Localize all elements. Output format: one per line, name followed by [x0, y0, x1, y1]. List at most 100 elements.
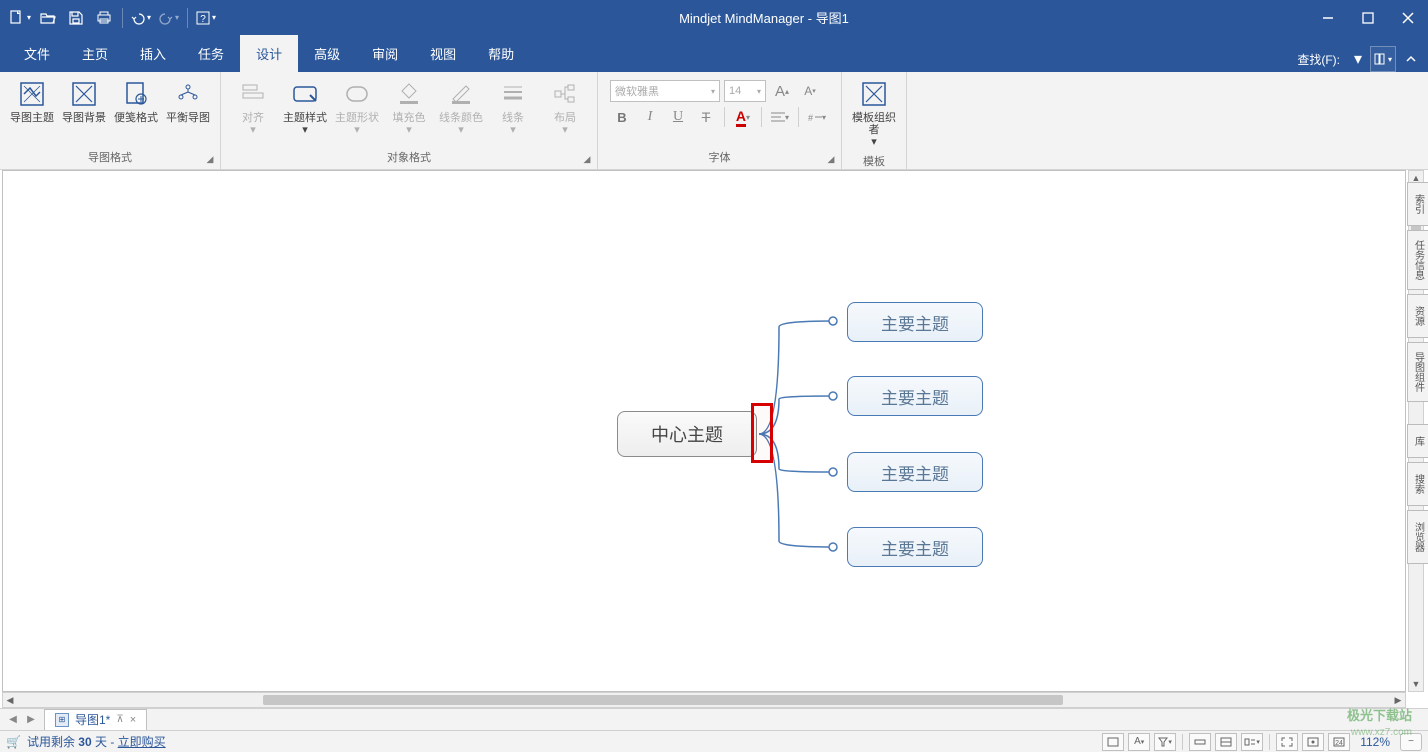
filter-icon: [1158, 737, 1168, 747]
sb-actual-button[interactable]: 24: [1328, 733, 1350, 751]
mindmap: 中心主题 主要主题 主要主题 主要主题 主要主题: [3, 171, 1405, 691]
redo-icon: [159, 11, 173, 25]
status-left: 🛒 试用剩余 30 天 - 立即购买: [6, 733, 166, 750]
topic-style-icon: [292, 81, 318, 107]
tab-help[interactable]: 帮助: [472, 35, 530, 72]
underline-button[interactable]: U: [666, 106, 690, 128]
fill-color-icon: [396, 81, 422, 107]
strikethrough-button[interactable]: T: [694, 106, 718, 128]
zoom-level[interactable]: 112%: [1360, 735, 1390, 749]
close-button[interactable]: [1388, 4, 1428, 32]
scroll-down-arrow[interactable]: ▼: [1409, 677, 1423, 691]
scroll-left-arrow[interactable]: ◀: [3, 693, 17, 707]
print-icon: [96, 10, 112, 26]
map-background-button[interactable]: 导图背景: [58, 76, 110, 126]
sb-center-button[interactable]: [1302, 733, 1324, 751]
dialog-launcher[interactable]: ◢: [825, 154, 837, 166]
central-topic[interactable]: 中心主题: [617, 411, 757, 457]
new-doc-dropdown[interactable]: ▾: [6, 4, 34, 32]
sb-fit-button[interactable]: [1276, 733, 1298, 751]
numbering-button[interactable]: #▾: [805, 106, 829, 128]
side-tab-components[interactable]: 导图组件: [1407, 342, 1428, 402]
side-tab-index[interactable]: 索引: [1407, 182, 1428, 226]
side-tab-browser[interactable]: 浏览器: [1407, 510, 1428, 564]
window-controls: [1308, 4, 1428, 32]
topic-shape-button[interactable]: 主题形状▾: [331, 76, 383, 138]
close-tab-button[interactable]: ×: [130, 714, 136, 726]
sb-expand-button[interactable]: [1215, 733, 1237, 751]
font-color-button[interactable]: A▾: [731, 106, 755, 128]
separator: [1182, 734, 1183, 750]
scroll-thumb[interactable]: [263, 695, 1063, 705]
undo-button[interactable]: ▾: [127, 4, 155, 32]
maximize-button[interactable]: [1348, 4, 1388, 32]
tab-insert[interactable]: 插入: [124, 35, 182, 72]
separator: [187, 8, 188, 28]
open-button[interactable]: [34, 4, 62, 32]
map-theme-button[interactable]: 导图主题: [6, 76, 58, 126]
layout-icon: [552, 81, 578, 107]
side-tab-resources[interactable]: 资源: [1407, 294, 1428, 338]
ribbon-group-template: 模板组织者▾ 模板: [842, 72, 907, 169]
scroll-right-arrow[interactable]: ▶: [1391, 693, 1405, 707]
side-tab-taskinfo[interactable]: 任务信息: [1407, 230, 1428, 290]
ribbon: 导图主题 导图背景 便笺格式 平衡导图 导图格式◢ 对齐▾ 主题样式▾ 主题形状…: [0, 72, 1428, 170]
font-name-combo[interactable]: 微软雅黑▾: [610, 80, 720, 102]
zoom-out-button[interactable]: −: [1400, 733, 1422, 751]
tab-advanced[interactable]: 高级: [298, 35, 356, 72]
increase-font-button[interactable]: A▴: [770, 80, 794, 102]
tab-review[interactable]: 审阅: [356, 35, 414, 72]
tab-next-button[interactable]: ▶: [22, 711, 40, 729]
redo-button[interactable]: ▾: [155, 4, 183, 32]
sb-font-filter-button[interactable]: A▾: [1128, 733, 1150, 751]
minimize-button[interactable]: [1308, 4, 1348, 32]
line-button[interactable]: 线条▾: [487, 76, 539, 138]
print-button[interactable]: [90, 4, 118, 32]
side-tab-library[interactable]: 库: [1407, 424, 1428, 458]
collapse-ribbon-button[interactable]: [1398, 46, 1424, 72]
subtopic-2[interactable]: 主要主题: [847, 376, 983, 416]
tab-prev-button[interactable]: ◀: [4, 711, 22, 729]
decrease-font-button[interactable]: A▾: [798, 80, 822, 102]
sb-filter-button[interactable]: ▾: [1154, 733, 1176, 751]
tab-file[interactable]: 文件: [8, 35, 66, 72]
bold-button[interactable]: B: [610, 106, 634, 128]
buy-now-link[interactable]: 立即购买: [118, 735, 166, 749]
template-organizer-button[interactable]: 模板组织者▾: [848, 76, 900, 150]
align-text-button[interactable]: ▾: [768, 106, 792, 128]
topic-style-button[interactable]: 主题样式▾: [279, 76, 331, 138]
subtopic-3[interactable]: 主要主题: [847, 452, 983, 492]
sb-tags-button[interactable]: [1102, 733, 1124, 751]
tab-home[interactable]: 主页: [66, 35, 124, 72]
tab-task[interactable]: 任务: [182, 35, 240, 72]
notes-format-button[interactable]: 便笺格式: [110, 76, 162, 126]
help-dropdown[interactable]: ? ▾: [192, 4, 220, 32]
layout-button[interactable]: 布局▾: [539, 76, 591, 138]
save-button[interactable]: [62, 4, 90, 32]
dialog-launcher[interactable]: ◢: [204, 154, 216, 166]
dialog-launcher[interactable]: ◢: [581, 154, 593, 166]
balance-map-button[interactable]: 平衡导图: [162, 76, 214, 126]
italic-button[interactable]: I: [638, 106, 662, 128]
side-tab-search[interactable]: 搜索: [1407, 462, 1428, 506]
topic-shape-icon: [344, 81, 370, 107]
subtopic-1[interactable]: 主要主题: [847, 302, 983, 342]
tab-view[interactable]: 视图: [414, 35, 472, 72]
help-icon: ?: [196, 11, 210, 25]
align-button[interactable]: 对齐▾: [227, 76, 279, 138]
panel-toggle-button[interactable]: ▾: [1370, 46, 1396, 72]
line-color-button[interactable]: 线条颜色▾: [435, 76, 487, 138]
canvas[interactable]: 中心主题 主要主题 主要主题 主要主题 主要主题: [2, 170, 1406, 692]
ribbon-group-label: 导图格式◢: [0, 146, 220, 169]
font-size-combo[interactable]: 14▾: [724, 80, 766, 102]
pin-icon[interactable]: ⊼: [116, 714, 123, 725]
line-color-icon: [448, 81, 474, 107]
subtopic-4[interactable]: 主要主题: [847, 527, 983, 567]
sb-level-button[interactable]: ▾: [1241, 733, 1263, 751]
tab-design[interactable]: 设计: [240, 35, 298, 72]
fill-color-button[interactable]: 填充色▾: [383, 76, 435, 138]
find-dropdown[interactable]: ▾: [1348, 46, 1368, 72]
document-tab[interactable]: ⊞ 导图1* ⊼ ×: [44, 709, 147, 731]
sb-collapse-button[interactable]: [1189, 733, 1211, 751]
horizontal-scrollbar[interactable]: ◀ ▶: [2, 692, 1406, 708]
